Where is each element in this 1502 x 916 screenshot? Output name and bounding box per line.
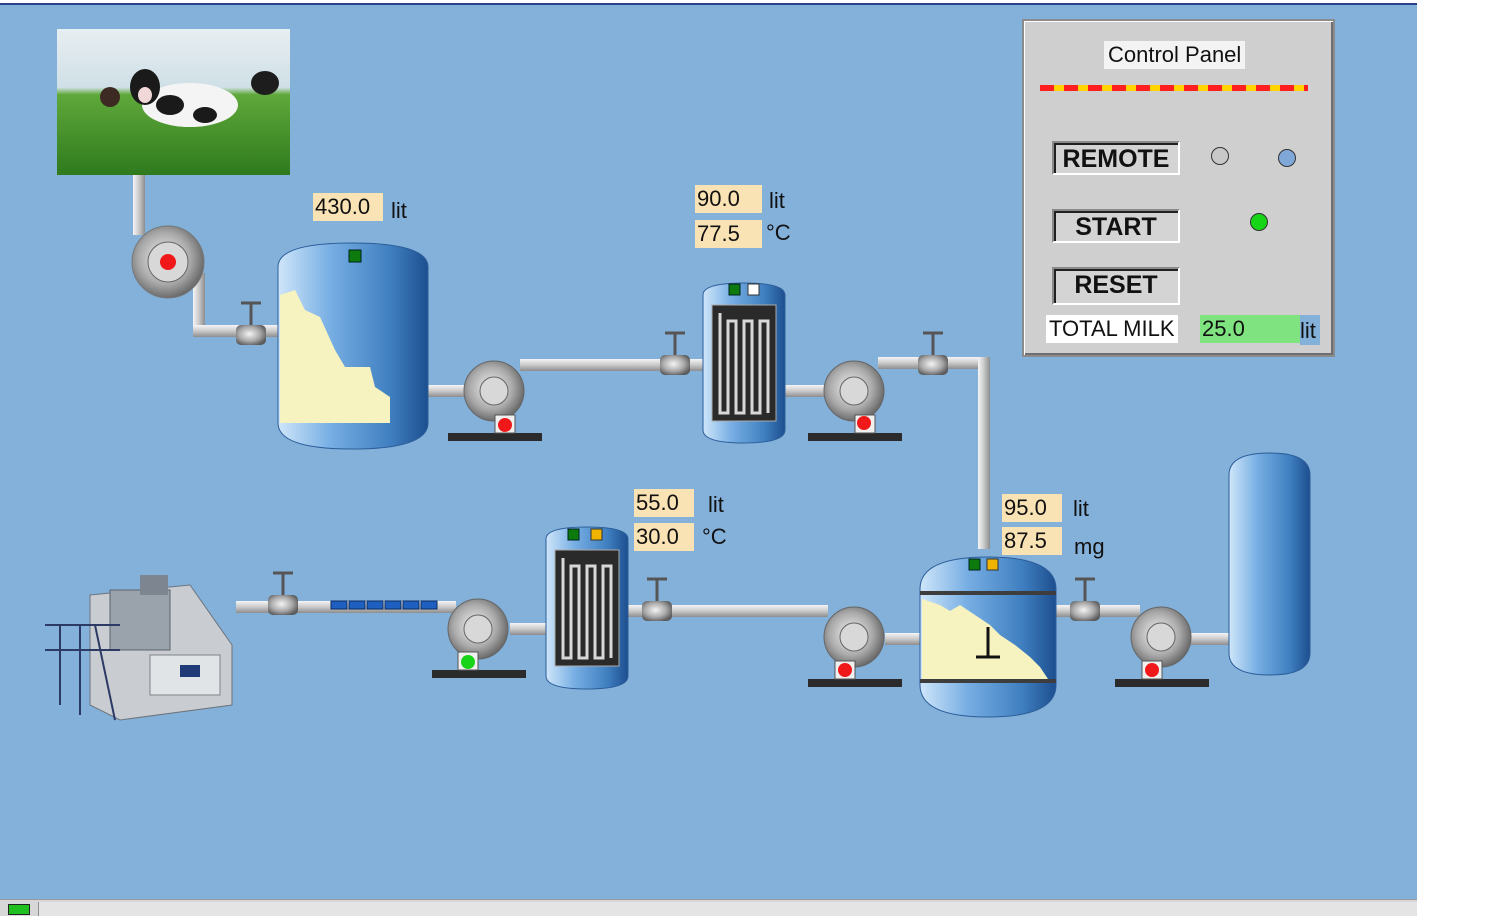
valve-pasteurizer-outlet[interactable]: [918, 331, 948, 375]
mixing-tank-status-icon: [968, 558, 981, 571]
pump-storage-status-icon: [1145, 663, 1159, 677]
remote-mode-lamp-icon: [1278, 149, 1296, 167]
pasteurizer-volume-unit: lit: [769, 188, 785, 213]
remote-button[interactable]: REMOTE: [1052, 141, 1180, 175]
cooler[interactable]: [545, 526, 629, 690]
raw-tank-status-icon: [348, 249, 362, 263]
mixing-tank[interactable]: [919, 556, 1057, 718]
raw-tank-volume-value: 430.0: [313, 193, 383, 221]
mix-tank-volume-value: 95.0: [1002, 494, 1062, 522]
valve-pasteurizer-inlet[interactable]: [660, 331, 690, 375]
mix-tank-volume-unit: lit: [1073, 496, 1089, 521]
control-panel: Control Panel REMOTE START RESET TOTAL M…: [1022, 19, 1335, 357]
hmi-screen: 430.0 lit 90.0 lit 77.5 °C 55.0 lit 30.0…: [0, 0, 1502, 916]
filling-machine-image: [45, 575, 233, 721]
pasteurizer-valve-icon: [747, 283, 760, 296]
pump-inlet-status-icon: [160, 254, 176, 270]
pump-filler-status-icon: [461, 655, 475, 669]
mixing-tank-alarm-icon: [986, 558, 999, 571]
pasteurizer-temp-value: 77.5: [695, 220, 762, 248]
pasteurizer-temp-unit: °C: [766, 220, 791, 245]
valve-cooler-outlet[interactable]: [642, 577, 672, 621]
cooler-alarm-icon: [590, 528, 603, 541]
start-running-lamp-icon: [1250, 213, 1268, 231]
raw-tank-volume-unit: lit: [391, 198, 407, 223]
pasteurizer[interactable]: [702, 282, 786, 444]
mix-tank-mass-unit: mg: [1074, 534, 1105, 559]
mix-tank-mass-value: 87.5: [1002, 527, 1062, 555]
pasteurizer-volume-value: 90.0: [695, 185, 762, 213]
pump-mix-inlet[interactable]: [808, 606, 902, 687]
cow-farm-image: [57, 29, 290, 175]
control-panel-title: Control Panel: [1104, 41, 1246, 69]
pump-pasteurizer-out-status-icon: [857, 416, 871, 430]
valve-raw-inlet[interactable]: [236, 301, 266, 345]
status-led-icon: [8, 904, 30, 915]
cooler-temp-value: 30.0: [634, 523, 694, 551]
hazard-stripe: [1040, 85, 1308, 91]
pump-raw-transfer-status-icon: [498, 418, 512, 432]
cooler-volume-value: 55.0: [634, 489, 694, 517]
total-milk-value: 25.0: [1200, 315, 1300, 343]
total-milk-label: TOTAL MILK: [1046, 315, 1178, 343]
raw-milk-tank[interactable]: [277, 242, 429, 450]
pump-storage[interactable]: [1115, 606, 1209, 687]
pump-pasteurizer-out[interactable]: [808, 360, 902, 441]
pump-raw-transfer[interactable]: [448, 360, 542, 441]
pasteurizer-status-icon: [728, 283, 741, 296]
valve-filler[interactable]: [268, 571, 298, 615]
cooler-volume-unit: lit: [708, 492, 724, 517]
reset-button[interactable]: RESET: [1052, 267, 1180, 305]
process-canvas: 430.0 lit 90.0 lit 77.5 °C 55.0 lit 30.0…: [0, 3, 1417, 901]
status-message-field: [38, 902, 1417, 916]
valve-mix-outlet[interactable]: [1070, 577, 1100, 621]
status-bar: [0, 899, 1417, 916]
cooler-temp-unit: °C: [702, 524, 727, 549]
storage-tank[interactable]: [1228, 452, 1311, 676]
total-milk-unit: lit: [1300, 315, 1320, 345]
pump-mix-inlet-status-icon: [838, 663, 852, 677]
cooler-status-icon: [567, 528, 580, 541]
remote-local-lamp-icon: [1211, 147, 1229, 165]
pump-inlet[interactable]: [131, 225, 205, 299]
start-button[interactable]: START: [1052, 209, 1180, 243]
